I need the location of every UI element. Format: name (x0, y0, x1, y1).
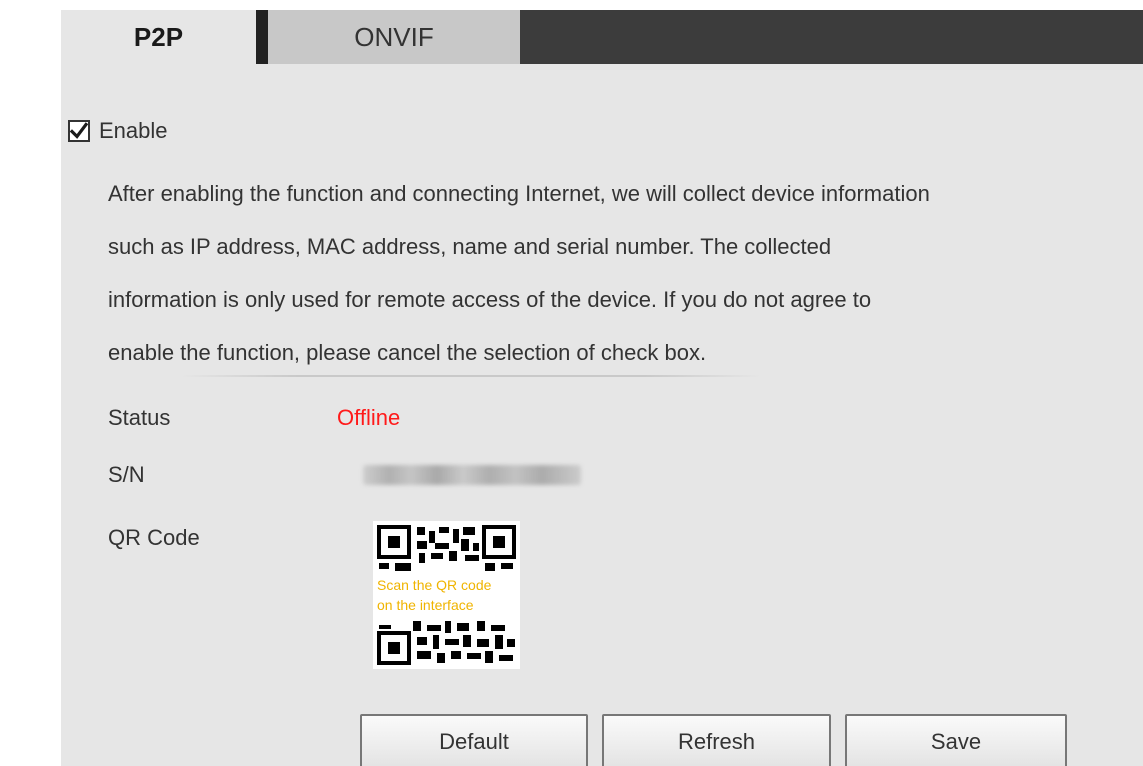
divider (181, 375, 761, 377)
notice-line: After enabling the function and connecti… (108, 181, 930, 206)
enable-label: Enable (99, 118, 168, 143)
tab-p2p[interactable]: P2P (61, 10, 256, 64)
enable-row: Enable (68, 118, 168, 144)
qr-caption-line: on the interface (377, 597, 474, 613)
default-button[interactable]: Default (360, 714, 588, 766)
sn-value-blurred (363, 465, 581, 485)
status-label: Status (108, 405, 171, 430)
qr-caption-line: Scan the QR code (377, 577, 492, 593)
privacy-notice: After enabling the function and connecti… (108, 167, 1098, 379)
notice-line: such as IP address, MAC address, name an… (108, 234, 832, 259)
panel-top-strip (61, 0, 1143, 10)
notice-line: enable the function, please cancel the s… (108, 340, 707, 365)
enable-checkbox[interactable] (68, 120, 90, 142)
notice-line: information is only used for remote acce… (108, 287, 872, 312)
refresh-button[interactable]: Refresh (602, 714, 831, 766)
p2p-settings-panel: P2P ONVIF Enable After enabling the func… (61, 0, 1143, 766)
save-button[interactable]: Save (845, 714, 1067, 766)
qr-caption: Scan the QR code on the interface (373, 573, 517, 619)
tab-bar: P2P ONVIF (61, 10, 1143, 64)
qr-code-label: QR Code (108, 525, 200, 550)
tab-separator (256, 10, 268, 64)
tab-onvif[interactable]: ONVIF (268, 10, 520, 64)
sn-label: S/N (108, 462, 145, 487)
checkmark-icon (70, 122, 88, 139)
status-value: Offline (337, 405, 401, 430)
